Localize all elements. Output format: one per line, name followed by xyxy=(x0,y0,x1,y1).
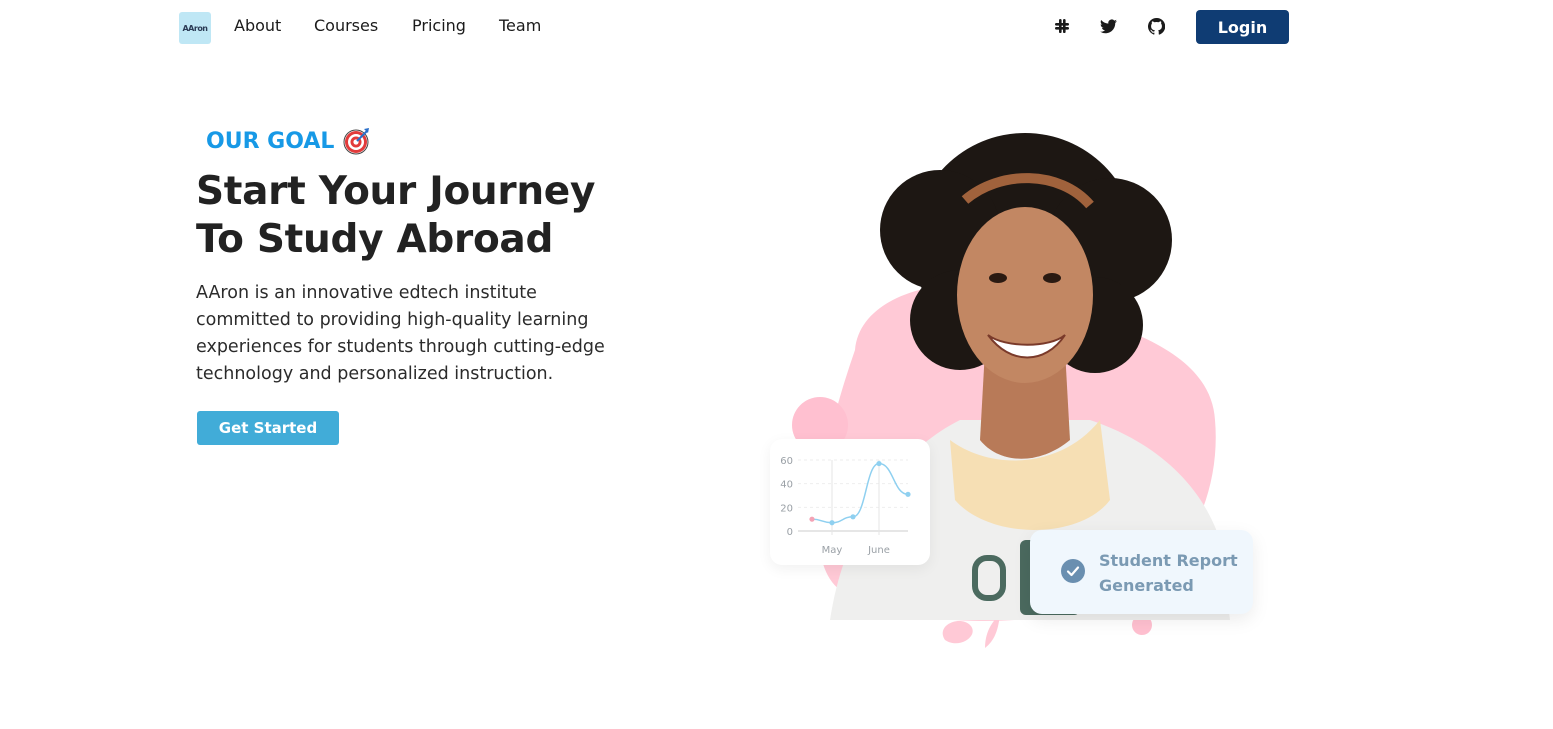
hero-headline: Start Your Journey To Study Abroad xyxy=(196,168,595,264)
chart-data-point xyxy=(876,460,882,467)
brand-logo-text: AAron xyxy=(182,23,208,33)
slack-icon[interactable] xyxy=(1052,16,1072,36)
chart-y-tick-label: 20 xyxy=(780,503,793,514)
goal-label: OUR GOAL xyxy=(206,128,335,154)
target-icon xyxy=(343,128,370,155)
progress-chart-card: 60 40 20 0 May June xyxy=(770,439,930,565)
headline-line-2: To Study Abroad xyxy=(196,217,554,262)
github-icon[interactable] xyxy=(1146,16,1166,36)
nav-link-about[interactable]: About xyxy=(234,16,281,35)
get-started-button[interactable]: Get Started xyxy=(197,411,339,445)
chart-data-point xyxy=(829,520,835,526)
check-icon xyxy=(1061,559,1085,583)
pink-splash xyxy=(942,620,973,644)
goal-eyebrow: OUR GOAL xyxy=(206,127,370,155)
chart-data-point xyxy=(905,491,911,497)
chart-data-point xyxy=(850,514,856,520)
chart-x-tick-label: June xyxy=(867,545,890,556)
chart-series-line xyxy=(811,462,909,524)
login-button[interactable]: Login xyxy=(1196,10,1289,44)
student-report-card: Student Report Generated xyxy=(1030,530,1253,614)
chart-y-tick-label: 60 xyxy=(780,456,793,467)
hero-description: AAron is an innovative edtech institute … xyxy=(196,283,605,384)
nav-link-team[interactable]: Team xyxy=(499,16,541,35)
brand-logo[interactable]: AAron xyxy=(179,12,211,44)
twitter-icon[interactable] xyxy=(1098,16,1118,36)
report-line-1: Student Report xyxy=(1099,551,1238,570)
nav-link-courses[interactable]: Courses xyxy=(314,16,378,35)
chart-y-tick-label: 0 xyxy=(787,527,793,538)
mini-line-chart: 60 40 20 0 May June xyxy=(780,456,911,556)
headline-line-1: Start Your Journey xyxy=(196,169,596,214)
report-status-text: Student Report Generated xyxy=(1099,548,1238,598)
report-line-2: Generated xyxy=(1099,576,1194,595)
chart-data-point xyxy=(809,516,815,522)
top-navbar: AAron About Courses Pricing Team Login xyxy=(0,0,1553,54)
nav-link-pricing[interactable]: Pricing xyxy=(412,16,466,35)
chart-x-tick-label: May xyxy=(822,545,843,556)
chart-y-tick-label: 40 xyxy=(780,480,793,491)
